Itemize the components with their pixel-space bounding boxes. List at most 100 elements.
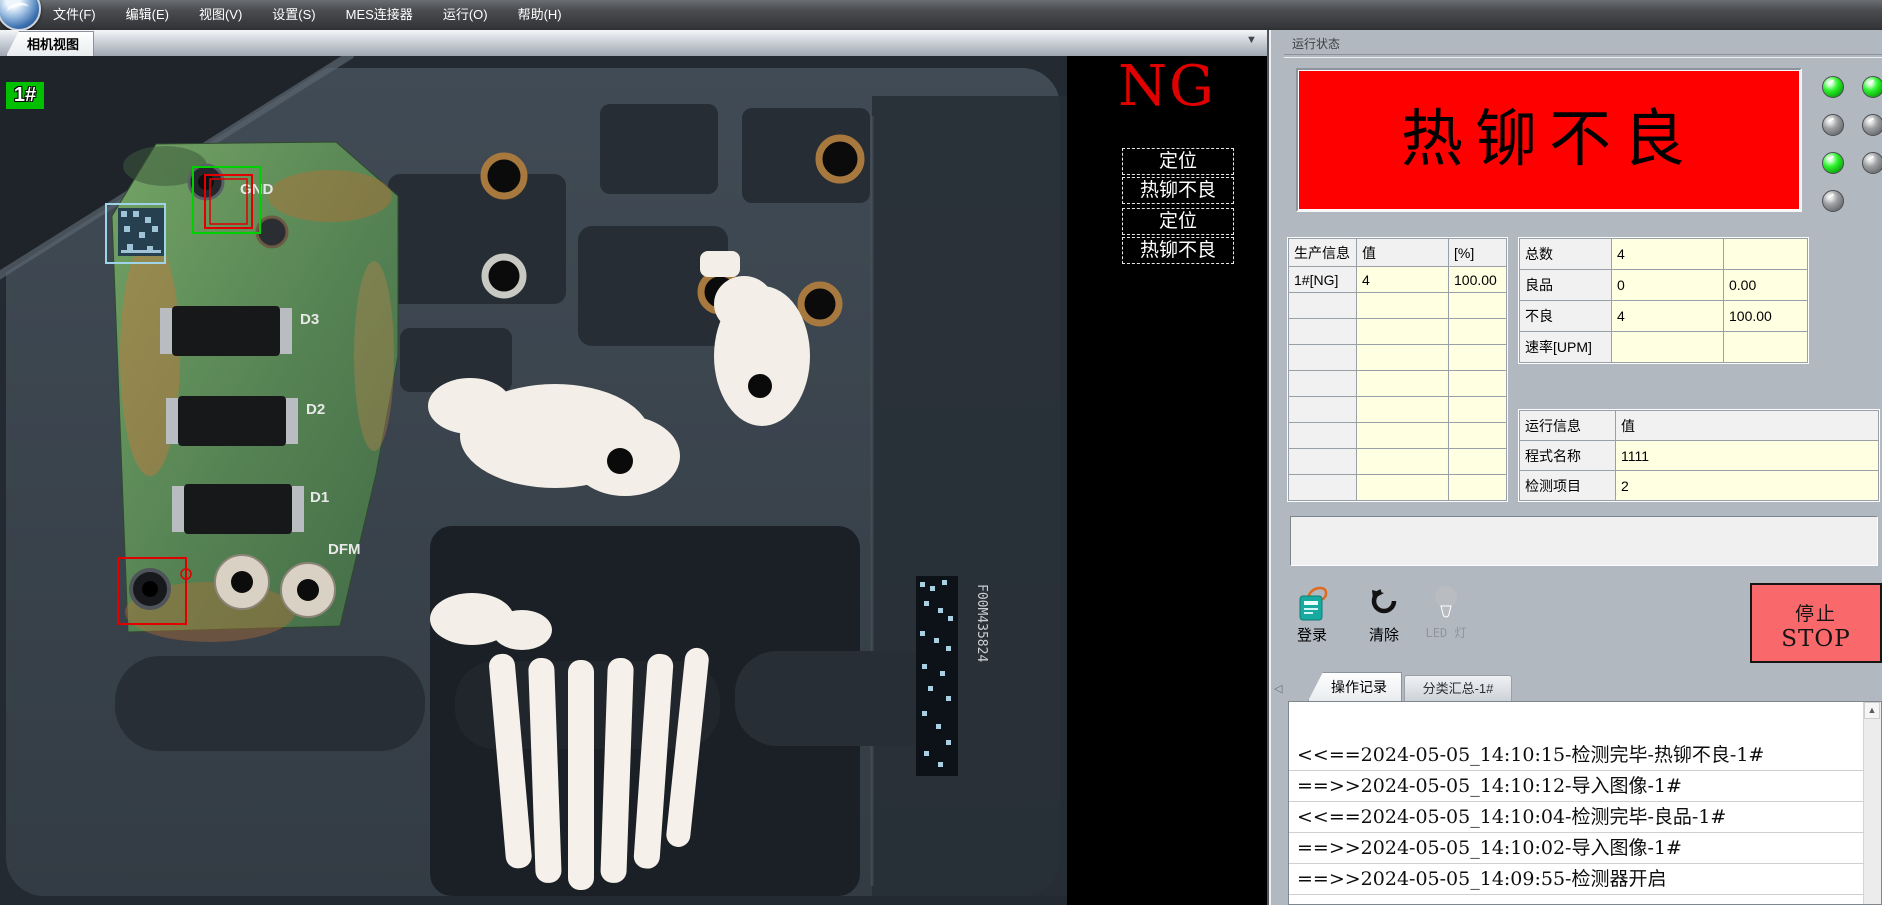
table-cell: 4 [1612,239,1724,270]
result-ng-text: NG [1118,54,1216,119]
table-cell [1449,397,1507,423]
overlay-label-box: 热铆不良 [1122,177,1234,204]
table-cell [1289,371,1357,397]
camera-tab-strip [0,30,1270,57]
table-cell [1612,332,1724,363]
led-col-2 [1862,76,1882,174]
table-cell [1449,345,1507,371]
table-cell: 生产信息 [1289,239,1357,267]
tab-camera-view[interactable]: 相机视图 [6,31,94,56]
table-cell: 1111 [1616,441,1879,471]
camera-index-badge: 1# [6,82,44,109]
table-cell: 不良 [1520,301,1612,332]
table-cell: 0.00 [1724,270,1808,301]
table-cell [1357,397,1449,423]
chevron-down-icon[interactable]: ▼ [1246,34,1257,46]
runinfo-table: 运行信息值程式名称1111检测项目2 [1519,410,1879,501]
refresh-clear-icon [1368,584,1400,616]
table-cell [1357,449,1449,475]
table-cell [1449,423,1507,449]
status-led [1862,152,1882,174]
login-label: 登录 [1284,624,1340,645]
prod-table: 生产信息值[%]1#[NG]4100.00 [1288,238,1507,501]
tab-scroll-left-icon[interactable]: ◁ [1274,682,1282,695]
table-cell [1289,293,1357,319]
pcb-label-gnd: GND [240,181,274,198]
menu-item[interactable]: 运行(O) [428,0,503,30]
pcb-label-dfm: DFM [328,541,361,558]
log-entry: ==>>2024-05-05_14:10:12-导入图像-1# [1289,771,1863,802]
table-cell [1289,423,1357,449]
aoi-application-window: 文件(F)编辑(E)视图(V)设置(S)MES连接器运行(O)帮助(H) 相机视… [0,0,1882,905]
log-tab-row: ◁ 操作记录 分类汇总-1# [1284,672,1882,701]
table-cell: 值 [1616,411,1879,441]
led-col-1 [1822,76,1844,212]
tab-operation-log[interactable]: 操作记录 [1308,672,1402,701]
overlay-label-boxes: 定位热铆不良定位热铆不良 [1122,148,1234,266]
message-box [1290,516,1878,566]
log-entry: ==>>2024-05-05_14:09:55-检测器开启 [1289,864,1863,895]
menu-item[interactable]: 视图(V) [184,0,257,30]
table-cell [1449,293,1507,319]
table-cell: 良品 [1520,270,1612,301]
stop-label-cn: 停止 [1752,599,1880,626]
clear-label: 清除 [1356,624,1412,645]
status-led [1822,190,1844,212]
table-cell: 运行信息 [1520,411,1616,441]
pcb-label-d1: D1 [310,489,329,506]
table-cell: 100.00 [1449,267,1507,293]
table-cell [1357,345,1449,371]
camera-viewport: GND D3 D2 D1 DFM [0,56,1270,905]
table-cell [1357,475,1449,501]
app-logo-icon [0,0,41,31]
divider [1284,54,1882,58]
table-cell [1357,293,1449,319]
login-button[interactable]: 登录 [1284,584,1340,650]
menu-item[interactable]: 设置(S) [257,0,330,30]
table-cell [1289,449,1357,475]
clear-button[interactable]: 清除 [1356,584,1412,650]
menu-item[interactable]: 帮助(H) [503,0,577,30]
status-led [1862,76,1882,98]
menu-item[interactable]: 编辑(E) [111,0,184,30]
table-cell: 总数 [1520,239,1612,270]
tab-class-summary[interactable]: 分类汇总-1# [1404,675,1512,702]
table-cell: 程式名称 [1520,441,1616,471]
barcode-text: F00M435824 [974,584,989,662]
table-cell [1724,239,1808,270]
table-cell [1449,449,1507,475]
table-cell [1357,319,1449,345]
table-cell: 值 [1357,239,1449,267]
id-badge-icon [1294,584,1330,622]
led-light-button[interactable]: LED 灯 [1418,584,1474,650]
alert-result-box: 热铆不良 [1296,68,1802,212]
table-cell: 1#[NG] [1289,267,1357,293]
table-cell [1289,345,1357,371]
table-cell [1449,319,1507,345]
table-cell [1357,423,1449,449]
overlay-label-box: 热铆不良 [1122,237,1234,264]
log-entry: <<==2024-05-05_14:10:15-检测完毕-热铆不良-1# [1289,740,1863,771]
pcb-label-d3: D3 [300,311,319,328]
overlay-label-box: 定位 [1122,208,1234,235]
table-cell [1449,475,1507,501]
status-led [1822,114,1844,136]
log-entry: ==>>2024-05-05_14:10:02-导入图像-1# [1289,833,1863,864]
scroll-up-icon[interactable]: ▲ [1864,702,1880,719]
menu-item[interactable]: 文件(F) [38,0,111,30]
pcb-label-d2: D2 [306,401,325,418]
table-cell [1357,371,1449,397]
stats-table: 总数4良品00.00不良4100.00速率[UPM] [1519,238,1808,363]
menu-item[interactable]: MES连接器 [331,0,428,30]
table-cell [1449,371,1507,397]
led-light-label: LED 灯 [1418,624,1474,641]
table-cell: 速率[UPM] [1520,332,1612,363]
run-status-panel: 运行状态 热铆不良 生产信息值[%]1#[NG]4100.00 总数4良品00.… [1284,30,1882,905]
overlay-label-box: 定位 [1122,148,1234,175]
table-cell: 2 [1616,471,1879,501]
log-entry: <<==2024-05-05_14:10:04-检测完毕-良品-1# [1289,802,1863,833]
stop-button[interactable]: 停止 STOP [1750,583,1882,663]
table-cell: 0 [1612,270,1724,301]
menu-bar: 文件(F)编辑(E)视图(V)设置(S)MES连接器运行(O)帮助(H) [0,0,1882,30]
log-scrollbar[interactable]: ▲ [1863,702,1881,904]
